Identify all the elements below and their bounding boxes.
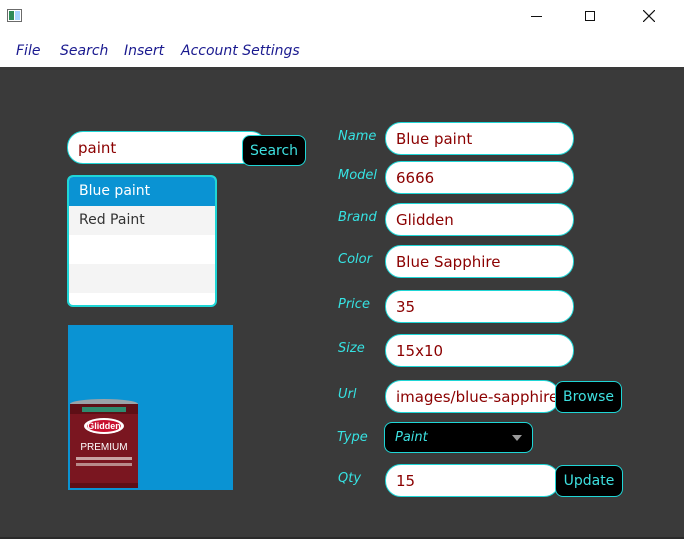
update-button[interactable]: Update: [555, 465, 623, 497]
type-select[interactable]: Paint: [384, 422, 533, 453]
size-field[interactable]: 15x10: [385, 334, 574, 367]
app-icon: [7, 9, 22, 22]
list-item[interactable]: Red Paint: [69, 206, 215, 235]
type-select-value: Paint: [395, 430, 428, 445]
chevron-down-icon: [512, 435, 522, 441]
menu-bar: File Search Insert Account Settings: [0, 34, 684, 67]
minimize-button[interactable]: [513, 0, 559, 32]
name-label: Name: [338, 129, 377, 144]
price-field[interactable]: 35: [385, 290, 574, 323]
url-label: Url: [338, 387, 357, 402]
search-button[interactable]: Search: [242, 135, 306, 166]
result-list[interactable]: Blue paint Red Paint: [67, 175, 217, 307]
close-icon: [643, 10, 655, 22]
list-item[interactable]: Blue paint: [69, 177, 215, 206]
list-item-empty: [69, 235, 215, 264]
price-label: Price: [338, 297, 370, 312]
size-label: Size: [338, 341, 365, 356]
product-line-text: PREMIUM: [80, 442, 127, 453]
minimize-icon: [530, 15, 542, 17]
menu-insert[interactable]: Insert: [124, 43, 164, 59]
menu-file[interactable]: File: [16, 43, 40, 59]
product-image: Glidden PREMIUM: [68, 325, 233, 490]
title-bar: [0, 0, 684, 34]
name-field[interactable]: Blue paint: [385, 122, 574, 155]
type-label: Type: [337, 430, 368, 445]
close-button[interactable]: [626, 0, 672, 32]
brand-label: Brand: [338, 210, 377, 225]
browse-button[interactable]: Browse: [555, 381, 622, 413]
menu-search[interactable]: Search: [60, 43, 108, 59]
menu-account-settings[interactable]: Account Settings: [181, 43, 300, 59]
maximize-button[interactable]: [567, 0, 613, 32]
brand-logo-text: Glidden: [87, 421, 121, 431]
maximize-icon: [585, 11, 595, 21]
paint-can-icon: Glidden PREMIUM: [70, 399, 138, 488]
brand-field[interactable]: Glidden: [385, 203, 574, 236]
color-field[interactable]: Blue Sapphire: [385, 245, 574, 278]
url-field[interactable]: images/blue-sapphire-g: [385, 380, 560, 413]
qty-field[interactable]: 15: [385, 464, 560, 497]
model-field[interactable]: 6666: [385, 161, 574, 194]
qty-label: Qty: [338, 471, 362, 486]
list-item-empty: [69, 264, 215, 293]
model-label: Model: [338, 168, 378, 183]
color-label: Color: [338, 252, 372, 267]
search-input[interactable]: paint: [67, 131, 267, 164]
content-panel: paint Search Blue paint Red Paint Glidde…: [0, 67, 684, 539]
